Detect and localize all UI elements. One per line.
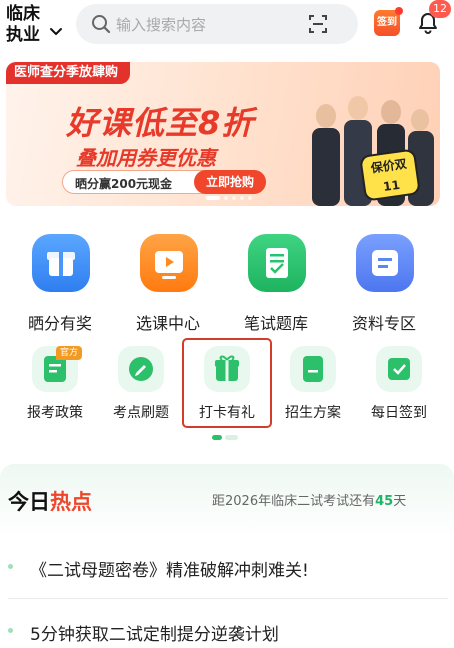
search-bar[interactable]: 输入搜索内容 bbox=[76, 4, 358, 44]
list-divider bbox=[8, 598, 448, 599]
search-placeholder: 输入搜索内容 bbox=[116, 16, 207, 34]
sub-exam-policy[interactable]: 官方 报考政策 bbox=[12, 340, 98, 426]
pencil-circle-icon bbox=[118, 346, 164, 392]
countdown-unit: 天 bbox=[393, 494, 407, 509]
sub-enrollment-plan[interactable]: 招生方案 bbox=[270, 340, 356, 426]
hot-topic-text: 《二试母题密卷》精准破解冲刺难关! bbox=[30, 561, 309, 581]
calendar-check-icon bbox=[376, 346, 422, 392]
hot-title-prefix: 今日 bbox=[8, 490, 50, 514]
chevron-down-icon bbox=[50, 28, 62, 35]
pager-dot bbox=[248, 196, 252, 200]
banner-pager-dots bbox=[206, 196, 266, 202]
sign-in-button[interactable]: 签到 bbox=[374, 7, 403, 36]
exam-countdown: 距2026年临床二试考试还有45天 bbox=[212, 490, 406, 509]
feature-label: 资料专区 bbox=[351, 314, 416, 333]
pager-dot-active bbox=[206, 196, 220, 200]
banner-subtitle: 叠加用券更优惠 bbox=[76, 146, 216, 170]
gift-box-icon bbox=[32, 234, 90, 292]
plan-doc-icon bbox=[290, 346, 336, 392]
official-badge: 官方 bbox=[56, 346, 83, 360]
sub-feature-label: 招生方案 bbox=[285, 405, 341, 421]
feature-question-bank[interactable]: 笔试题库 bbox=[226, 226, 326, 336]
document-folder-icon bbox=[356, 234, 414, 292]
sub-check-in-gift[interactable]: 打卡有礼 bbox=[182, 338, 272, 428]
notification-badge: 12 bbox=[429, 0, 451, 18]
feature-label: 选课中心 bbox=[135, 314, 200, 333]
main-feature-grid: 晒分有奖 选课中心 笔试题库 资料专区 bbox=[0, 226, 454, 336]
pager-dot bbox=[232, 196, 236, 200]
hot-topic-text: 5分钟获取二试定制提分逆袭计划 bbox=[30, 625, 279, 645]
sub-feature-label: 打卡有礼 bbox=[199, 405, 255, 421]
bullet-dot bbox=[8, 628, 13, 633]
sign-in-dot bbox=[395, 7, 403, 15]
countdown-prefix: 距2026年临床二试考试还有 bbox=[212, 494, 376, 509]
bullet-dot bbox=[8, 564, 13, 569]
banner-action-pill[interactable]: 晒分赢200元现金 立即抢购 bbox=[62, 170, 266, 194]
top-header: 临床 执业 输入搜索内容 签到 12 bbox=[0, 0, 454, 52]
scan-icon[interactable] bbox=[308, 14, 328, 34]
feature-label: 笔试题库 bbox=[243, 314, 308, 333]
promo-banner[interactable]: 医师查分季放肆购 好课低至8折 叠加用券更优惠 晒分赢200元现金 立即抢购 保… bbox=[6, 62, 440, 206]
banner-stamp: 保价双11 bbox=[359, 148, 421, 202]
sub-feature-label: 考点刷题 bbox=[113, 405, 169, 421]
buy-now-button[interactable]: 立即抢购 bbox=[194, 170, 266, 194]
location-line-1: 临床 bbox=[6, 4, 40, 24]
sub-practice-questions[interactable]: 考点刷题 bbox=[98, 340, 184, 426]
location-selector[interactable]: 临床 执业 bbox=[6, 4, 66, 46]
grid-pager bbox=[212, 435, 238, 440]
feature-course-center[interactable]: 选课中心 bbox=[118, 226, 218, 336]
feature-label: 晒分有奖 bbox=[27, 314, 92, 333]
sign-in-label: 签到 bbox=[377, 17, 397, 28]
sub-feature-label: 报考政策 bbox=[27, 405, 83, 421]
gift-icon bbox=[204, 346, 250, 392]
banner-pill-text: 晒分赢200元现金 bbox=[75, 177, 173, 191]
sub-feature-label: 每日签到 bbox=[371, 405, 427, 421]
banner-title: 好课低至8折 bbox=[66, 104, 255, 142]
exam-paper-icon bbox=[248, 234, 306, 292]
banner-stamp-text: 保价双11 bbox=[369, 156, 408, 194]
search-icon bbox=[92, 15, 111, 34]
video-play-icon bbox=[140, 234, 198, 292]
countdown-days: 45 bbox=[375, 494, 394, 509]
banner-tag: 医师查分季放肆购 bbox=[6, 62, 131, 84]
feature-share-score[interactable]: 晒分有奖 bbox=[10, 226, 110, 336]
pager-dot bbox=[224, 196, 228, 200]
hot-topics-title: 今日热点 bbox=[8, 486, 92, 516]
sub-daily-sign-in[interactable]: 每日签到 bbox=[356, 340, 442, 426]
hot-title-emphasis: 热点 bbox=[50, 490, 92, 514]
pager-dot bbox=[240, 196, 244, 200]
feature-materials[interactable]: 资料专区 bbox=[334, 226, 434, 336]
secondary-feature-grid: 官方 报考政策 考点刷题 打卡有礼 招生方案 每日签到 bbox=[0, 338, 454, 430]
